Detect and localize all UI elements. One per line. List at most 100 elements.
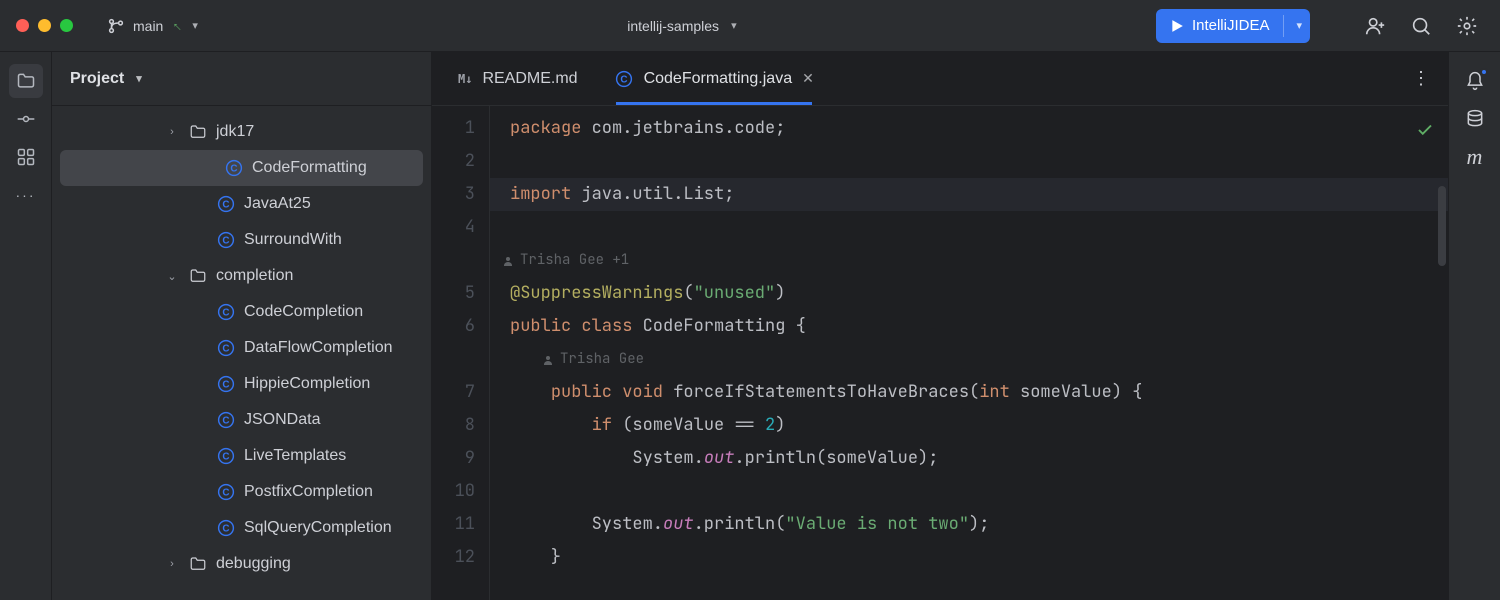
svg-text:C: C <box>222 236 229 247</box>
java-class-icon: C <box>216 338 236 358</box>
tree-node-hippiecompletion[interactable]: C HippieCompletion <box>52 366 431 402</box>
svg-text:C: C <box>222 308 229 319</box>
java-class-icon: C <box>216 482 236 502</box>
tree-node-jsondata[interactable]: C JSONData <box>52 402 431 438</box>
code-line[interactable]: import java.util.List; <box>490 178 1448 211</box>
chevron-down-icon[interactable]: ⌄ <box>164 270 180 283</box>
code-line[interactable]: if (someValue == 2) <box>510 409 1448 442</box>
code-line[interactable]: package com.jetbrains.code; <box>510 112 1448 145</box>
gutter-line: 4 <box>432 211 475 244</box>
tree-node-sqlquerycompletion[interactable]: CSqlQueryCompletion <box>52 510 431 546</box>
code-area[interactable]: package com.jetbrains.code; import java.… <box>490 106 1448 600</box>
code-line[interactable]: System.out.println("Value is not two"); <box>510 508 1448 541</box>
java-class-icon: C <box>216 518 236 538</box>
tree-node-label: LiveTemplates <box>244 447 346 465</box>
tree-node-debugging[interactable]: ›debugging <box>52 546 431 582</box>
tree-node-label: completion <box>216 267 293 285</box>
project-tree[interactable]: ›jdk17CCodeFormattingCJavaAt25CSurroundW… <box>52 106 431 600</box>
commit-tool-button[interactable] <box>9 102 43 136</box>
folder-icon <box>188 266 208 286</box>
chevron-down-icon: ▾ <box>192 19 198 32</box>
tree-node-label: JavaAt25 <box>244 195 311 213</box>
chevron-right-icon[interactable]: › <box>164 126 180 138</box>
vcs-branch-selector[interactable]: main ↑ ▾ <box>97 11 208 41</box>
java-class-icon: C <box>216 446 236 466</box>
project-tool-button[interactable] <box>9 64 43 98</box>
maximize-window-button[interactable] <box>60 19 73 32</box>
maven-icon: m <box>1467 144 1483 170</box>
settings-button[interactable] <box>1450 9 1484 43</box>
tree-node-label: JSONData <box>244 411 320 429</box>
search-everywhere-button[interactable] <box>1404 9 1438 43</box>
run-configuration-button[interactable]: IntelliJIDEA ▾ <box>1156 9 1310 43</box>
author-inlay-hint[interactable]: Trisha Gee <box>542 343 1448 376</box>
editor-area: M↓README.mdCCodeFormatting.java✕ ⋮ 12345… <box>432 52 1500 600</box>
code-with-me-button[interactable] <box>1358 9 1392 43</box>
editor[interactable]: 123456789101112 package com.jetbrains.co… <box>432 106 1448 600</box>
close-tab-button[interactable]: ✕ <box>802 70 814 87</box>
code-line[interactable] <box>510 211 1448 244</box>
tree-node-label: CodeCompletion <box>244 303 363 321</box>
code-line[interactable] <box>510 145 1448 178</box>
gear-icon <box>1456 15 1478 37</box>
inspection-status-icon[interactable] <box>1416 118 1434 151</box>
author-inlay-hint[interactable]: Trisha Gee +1 <box>502 244 1448 277</box>
code-line[interactable]: } <box>510 541 1448 574</box>
tree-node-livetemplates[interactable]: C LiveTemplates <box>52 438 431 474</box>
gutter-line: 7 <box>432 376 475 409</box>
gutter-line: 5 <box>432 277 475 310</box>
more-tools-button[interactable]: ··· <box>9 178 43 212</box>
tree-node-surroundwith[interactable]: CSurroundWith <box>52 222 431 258</box>
project-name: intellij-samples <box>627 18 719 34</box>
tab-label: CodeFormatting.java <box>644 70 793 88</box>
gutter-line: 12 <box>432 541 475 574</box>
svg-text:C: C <box>222 380 229 391</box>
tree-node-completion[interactable]: ⌄ completion <box>52 258 431 294</box>
maven-tool-button[interactable]: m <box>1458 140 1492 174</box>
database-tool-button[interactable] <box>1458 102 1492 136</box>
tree-node-label: HippieCompletion <box>244 375 370 393</box>
chevron-down-icon: ▾ <box>731 19 737 32</box>
editor-tab[interactable]: M↓README.md <box>440 52 596 105</box>
kebab-icon: ⋮ <box>1412 68 1430 89</box>
tree-node-label: PostfixCompletion <box>244 483 373 501</box>
code-line[interactable]: @SuppressWarnings("unused") <box>510 277 1448 310</box>
chevron-right-icon[interactable]: › <box>164 558 180 570</box>
titlebar: main ↑ ▾ intellij-samples ▾ IntelliJIDEA… <box>0 0 1500 52</box>
java-class-icon: C <box>216 194 236 214</box>
tree-node-postfixcompletion[interactable]: C PostfixCompletion <box>52 474 431 510</box>
more-icon: ··· <box>16 187 36 203</box>
java-class-icon: C <box>224 158 244 178</box>
tree-node-codecompletion[interactable]: C CodeCompletion <box>52 294 431 330</box>
gutter-line: 1 <box>432 112 475 145</box>
git-branch-icon <box>107 17 125 35</box>
tree-node-dataflowcompletion[interactable]: CDataFlowCompletion <box>52 330 431 366</box>
code-line[interactable] <box>510 475 1448 508</box>
gutter-line <box>432 244 475 277</box>
project-panel-title: Project <box>70 70 124 88</box>
tree-node-jdk17[interactable]: ›jdk17 <box>52 114 431 150</box>
tree-node-codeformatting[interactable]: CCodeFormatting <box>60 150 423 186</box>
svg-text:C: C <box>230 164 237 175</box>
code-line[interactable]: System.out.println(someValue); <box>510 442 1448 475</box>
structure-tool-button[interactable] <box>9 140 43 174</box>
project-selector[interactable]: intellij-samples ▾ <box>617 12 746 40</box>
svg-text:C: C <box>222 416 229 427</box>
code-line[interactable]: public void forceIfStatementsToHaveBrace… <box>510 376 1448 409</box>
gutter-line <box>432 343 475 376</box>
tree-node-javaat25[interactable]: C JavaAt25 <box>52 186 431 222</box>
java-class-icon: C <box>216 410 236 430</box>
notification-dot <box>1480 68 1488 76</box>
user-plus-icon <box>1364 15 1386 37</box>
code-line[interactable]: public class CodeFormatting { <box>510 310 1448 343</box>
minimize-window-button[interactable] <box>38 19 51 32</box>
project-panel-header[interactable]: Project ▾ <box>52 52 431 106</box>
window-controls <box>16 19 73 32</box>
editor-tab-actions-button[interactable]: ⋮ <box>1404 62 1438 96</box>
svg-text:C: C <box>222 452 229 463</box>
close-window-button[interactable] <box>16 19 29 32</box>
notifications-button[interactable] <box>1458 64 1492 98</box>
main-area: ··· Project ▾ ›jdk17CCodeFormattingCJava… <box>0 52 1500 600</box>
editor-tab[interactable]: CCodeFormatting.java✕ <box>596 52 832 105</box>
vertical-scrollbar[interactable] <box>1438 186 1446 266</box>
